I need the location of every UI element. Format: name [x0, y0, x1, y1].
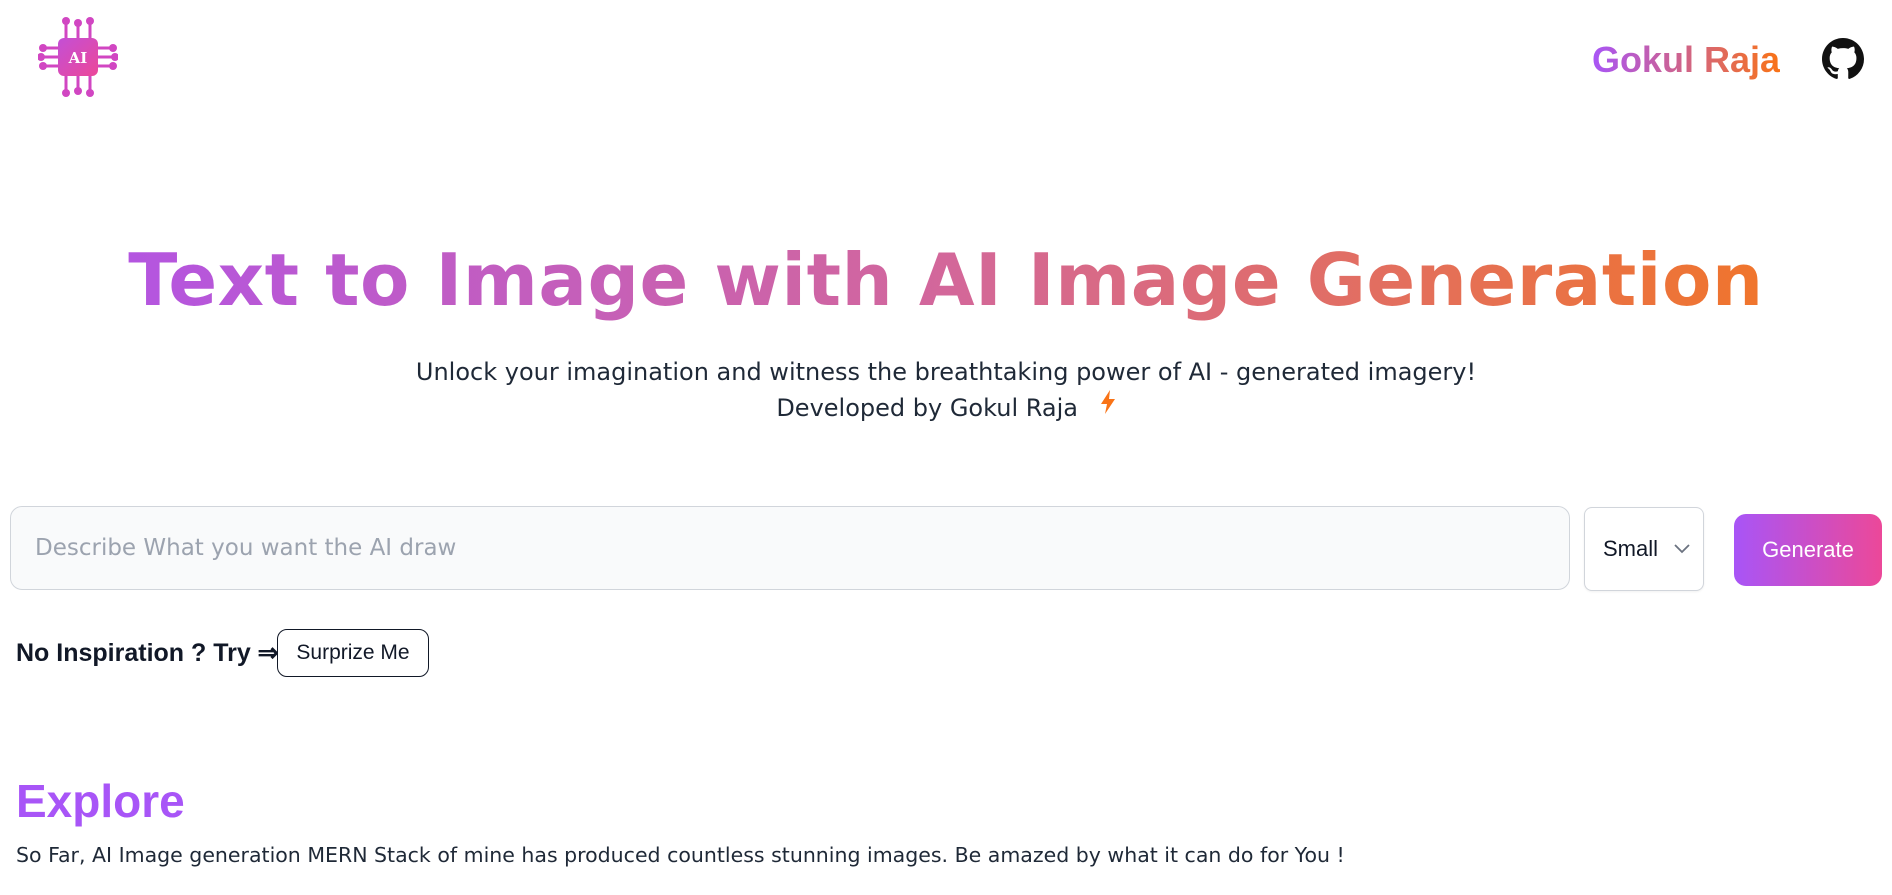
surprise-me-button[interactable]: Surprize Me: [277, 629, 429, 677]
explore-description: So Far, AI Image generation MERN Stack o…: [16, 843, 1345, 867]
developer-text: Developed by Gokul Raja: [776, 394, 1079, 422]
inspiration-label: No Inspiration ? Try ⇒: [16, 639, 279, 667]
generate-button[interactable]: Generate: [1734, 514, 1882, 586]
github-icon[interactable]: [1822, 38, 1864, 80]
chevron-down-icon: [1674, 544, 1690, 554]
explore-heading: Explore: [16, 775, 185, 827]
chip-logo-icon[interactable]: AI: [37, 14, 119, 100]
size-select[interactable]: Small: [1584, 507, 1704, 591]
logo-text: AI: [68, 49, 88, 67]
page-title-text: Text to Image with AI Image Generation: [128, 238, 1764, 322]
prompt-input[interactable]: [10, 506, 1570, 590]
page-title: Text to Image with AI Image Generation: [0, 232, 1892, 328]
page: AI Gokul Raja Text to Image with AI Imag…: [0, 0, 1892, 895]
size-select-value: Small: [1603, 536, 1659, 561]
lightning-bolt-icon: [1100, 388, 1116, 424]
developer-line: Developed by Gokul Raja: [0, 390, 1892, 426]
brand-name[interactable]: Gokul Raja: [1592, 36, 1780, 84]
page-subtitle: Unlock your imagination and witness the …: [415, 358, 1477, 386]
